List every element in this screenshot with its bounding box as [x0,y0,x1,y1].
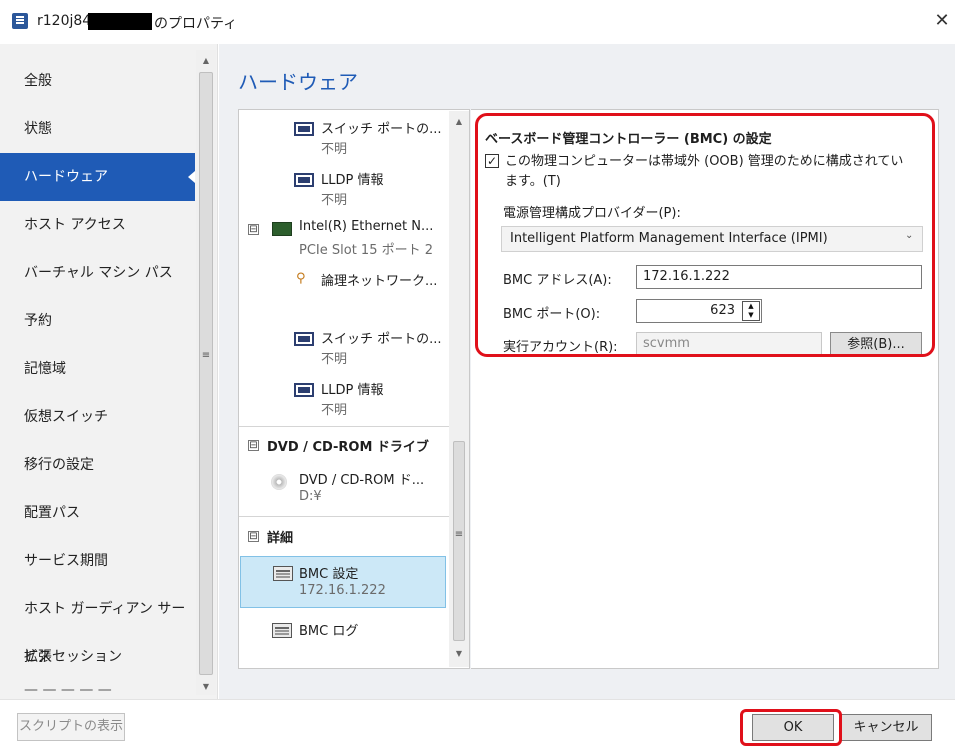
tree-value: 172.16.1.222 [299,583,386,598]
sidebar-item-host-access[interactable]: ホスト アクセス [0,201,195,249]
scroll-up-arrow-icon[interactable]: ▲ [452,117,466,129]
sidebar-item-host-guardian[interactable]: ホスト ガーディアン サービス [0,585,195,665]
footer: スクリプトの表示 OK キャンセル [0,699,955,751]
tree-item-lldp-1[interactable]: LLDP 情報 [321,169,383,188]
tree-item-switch-port-2[interactable]: スイッチ ポートの... [321,328,442,347]
scroll-down-arrow-icon[interactable]: ▼ [199,682,213,694]
collapse-icon[interactable]: ⊟ [248,440,259,451]
switch-icon [294,173,314,187]
tree-value: 不明 [321,403,348,418]
sidebar-item-migration[interactable]: 移行の設定 [0,441,195,489]
window-title-suffix: のプロパティ [154,16,238,32]
sidebar-item-hardware[interactable]: ハードウェア [0,153,195,201]
highlight-box [740,709,842,746]
bmc-icon [273,566,293,581]
redacted-block [88,13,152,30]
sidebar-item-general[interactable]: 全般 [0,57,195,105]
hardware-tree: スイッチ ポートの... 不明 LLDP 情報 不明 ⊟ Intel(R) Et… [238,109,470,669]
cancel-button[interactable]: キャンセル [840,714,932,741]
view-script-button[interactable]: スクリプトの表示 [17,713,125,741]
disc-icon [271,474,287,490]
scroll-grip-icon: ≡ [454,529,464,540]
sidebar-item-status[interactable]: 状態 [0,105,195,153]
switch-icon [294,122,314,136]
page-title: ハードウェア [238,70,358,94]
tree-value: PCIe Slot 15 ポート 2 [299,243,434,258]
tree-item-logical-network[interactable]: 論理ネットワーク... [321,270,437,289]
tree-scrollbar[interactable]: ▲ ≡ ▼ [449,111,469,667]
window-title: r120j84 [37,13,92,29]
sidebar-item-vm-paths[interactable]: バーチャル マシン パス [0,249,195,297]
close-button[interactable]: ✕ [932,10,952,32]
tree-item-switch-port-1[interactable]: スイッチ ポートの... [321,118,442,137]
tree-value: 不明 [321,352,348,367]
tree-item-bmc-settings[interactable]: BMC 設定 172.16.1.222 [240,556,446,608]
tree-item-dvd-drive[interactable]: DVD / CD-ROM ド... [299,469,424,488]
tree-scroll-thumb[interactable] [453,441,465,641]
tree-value: D:¥ [299,489,322,504]
sidebar: 全般 状態 ハードウェア ホスト アクセス バーチャル マシン パス 予約 記憶… [0,44,218,699]
sidebar-item-enhanced-session[interactable]: 拡張セッション [0,633,195,681]
tree-value: 不明 [321,142,348,157]
sidebar-scrollbar[interactable]: ▲ ≡ ▼ [196,50,216,695]
scroll-up-arrow-icon[interactable]: ▲ [199,56,213,68]
sidebar-item-placement-paths[interactable]: 配置パス [0,489,195,537]
scroll-grip-icon: ≡ [201,350,211,361]
app-icon [12,13,28,29]
tree-value: 不明 [321,193,348,208]
switch-icon [294,383,314,397]
sidebar-item-partial[interactable]: — — — — — [0,681,195,699]
sidebar-item-servicing-windows[interactable]: サービス期間 [0,537,195,585]
bmc-log-icon [272,623,292,638]
divider [239,426,449,427]
collapse-icon[interactable]: ⊟ [248,224,259,235]
network-adapter-icon [272,222,292,236]
tree-item-bmc-log[interactable]: BMC ログ [299,620,358,639]
tree-group-dvd[interactable]: DVD / CD-ROM ドライブ [267,436,429,455]
sidebar-item-reserves[interactable]: 予約 [0,297,195,345]
tree-item-network-adapter[interactable]: Intel(R) Ethernet N... [299,219,433,234]
collapse-icon[interactable]: ⊟ [248,531,259,542]
logical-network-icon: ⚲ [296,271,306,286]
switch-icon [294,332,314,346]
tree-group-details[interactable]: 詳細 [267,527,293,546]
tree-item-lldp-2[interactable]: LLDP 情報 [321,379,383,398]
sidebar-item-storage[interactable]: 記憶域 [0,345,195,393]
title-bar: r120j84 のプロパティ ✕ [0,0,955,44]
scroll-down-arrow-icon[interactable]: ▼ [452,649,466,661]
highlight-box [475,113,935,357]
tree-item-label: BMC 設定 [299,567,359,582]
divider [239,516,449,517]
sidebar-scroll-thumb[interactable] [199,72,213,675]
sidebar-item-virtual-switches[interactable]: 仮想スイッチ [0,393,195,441]
